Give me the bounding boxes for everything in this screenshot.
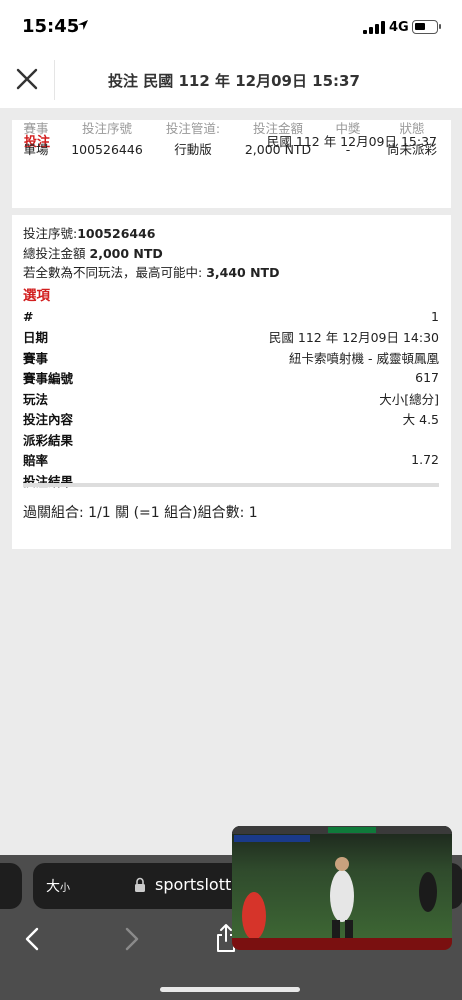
row-key: 日期 — [23, 330, 49, 346]
table-row: 玩法 大小[總分] — [23, 388, 439, 409]
lock-icon — [135, 877, 145, 892]
status-time: 15:45 — [22, 16, 80, 37]
serial-line: 投注序號:100526446 — [23, 223, 156, 242]
row-value: 民國 112 年 12月09日 14:30 — [268, 330, 439, 346]
column-value: 行動版 — [174, 142, 212, 157]
max-win-label: 若全數為不同玩法，最高可能中: — [23, 265, 203, 280]
column-header: 投注金額 — [252, 121, 303, 136]
serial-label: 投注序號: — [23, 226, 78, 241]
table-row: 投注內容 大 4.5 — [23, 409, 439, 430]
table-row: 賽事編號 617 — [23, 368, 439, 389]
column-value: 2,000 NTD — [244, 142, 312, 157]
column-win: 中獎 - — [328, 120, 368, 159]
close-icon[interactable] — [14, 66, 40, 92]
column-value: - — [345, 142, 351, 157]
total-line: 總投注金額 2,000 NTD — [23, 243, 163, 262]
row-value: 大小[總分] — [379, 391, 439, 407]
table-row: 賠率 1.72 — [23, 450, 439, 471]
page-title: 投注 民國 112 年 12月09日 15:37 — [108, 72, 360, 90]
parlay-summary: 過關組合: 1/1 關 (=1 組合)組合數: 1 — [23, 505, 258, 521]
row-value: 大 4.5 — [402, 412, 439, 428]
previous-tab[interactable] — [0, 863, 22, 909]
battery-icon — [412, 20, 441, 34]
location-arrow-icon — [78, 20, 88, 30]
video-frame — [232, 826, 452, 950]
signal-icon — [363, 21, 385, 34]
options-section-title: 選項 — [23, 288, 50, 304]
total-label: 總投注金額 — [23, 246, 86, 261]
row-key: 玩法 — [23, 391, 49, 407]
column-event: 賽事 單場 — [12, 120, 60, 159]
row-value: 1 — [431, 308, 439, 324]
row-value: 1.72 — [411, 452, 439, 468]
table-row: 投注結果 — [23, 470, 439, 491]
row-key: 賠率 — [23, 453, 49, 469]
row-key: 賽事編號 — [23, 371, 74, 387]
column-header: 狀態 — [399, 121, 425, 136]
options-table: # 1 日期 民國 112 年 12月09日 14:30 賽事 紐卡索噴射機 -… — [23, 306, 439, 491]
header-divider — [54, 60, 55, 100]
network-type: 4G — [389, 20, 409, 35]
column-serial: 投注序號 100526446 — [66, 120, 148, 159]
table-divider — [23, 483, 439, 487]
bet-summary-card: 投注 民國 112 年 12月09日 15:37 賽事 單場 投注序號 1005… — [12, 120, 451, 208]
max-win-value: 3,440 NTD — [206, 265, 280, 280]
column-value: 100526446 — [71, 142, 143, 157]
table-row: 日期 民國 112 年 12月09日 14:30 — [23, 327, 439, 348]
column-amount: 投注金額 2,000 NTD — [240, 120, 316, 159]
row-key: # — [23, 308, 34, 324]
back-icon[interactable] — [24, 926, 40, 952]
forward-icon — [125, 927, 139, 951]
total-value: 2,000 NTD — [89, 246, 163, 261]
column-value: 單場 — [23, 142, 49, 157]
table-row: 賽事 紐卡索噴射機 - 威靈頓鳳凰 — [23, 347, 439, 368]
status-bar: 15:45 4G — [0, 0, 462, 52]
max-win-line: 若全數為不同玩法，最高可能中: 3,440 NTD — [23, 262, 279, 281]
url-text: sportslott — [155, 875, 232, 894]
bet-detail-card: 投注序號:100526446 總投注金額 2,000 NTD 若全數為不同玩法，… — [12, 215, 451, 549]
row-key: 投注內容 — [23, 412, 74, 428]
column-channel: 投注管道: 行動版 — [157, 120, 229, 159]
home-indicator — [160, 987, 300, 992]
column-value: 尚未派彩 — [386, 142, 437, 157]
picture-in-picture-video[interactable] — [232, 826, 452, 950]
column-header: 賽事 — [23, 121, 49, 136]
row-key: 賽事 — [23, 350, 49, 366]
column-header: 中獎 — [335, 121, 361, 136]
page-settings-button[interactable]: 大小 — [46, 876, 70, 896]
table-row: 派彩結果 — [23, 429, 439, 450]
column-header: 投注管道: — [165, 121, 221, 136]
row-value: 617 — [415, 370, 439, 386]
row-value: 紐卡索噴射機 - 威靈頓鳳凰 — [289, 350, 439, 366]
column-status: 狀態 尚未派彩 — [380, 120, 444, 159]
row-key: 派彩結果 — [23, 432, 74, 448]
column-header: 投注序號 — [81, 121, 132, 136]
table-row: # 1 — [23, 306, 439, 327]
page-header: 投注 民國 112 年 12月09日 15:37 — [0, 52, 462, 108]
serial-value: 100526446 — [77, 226, 156, 241]
